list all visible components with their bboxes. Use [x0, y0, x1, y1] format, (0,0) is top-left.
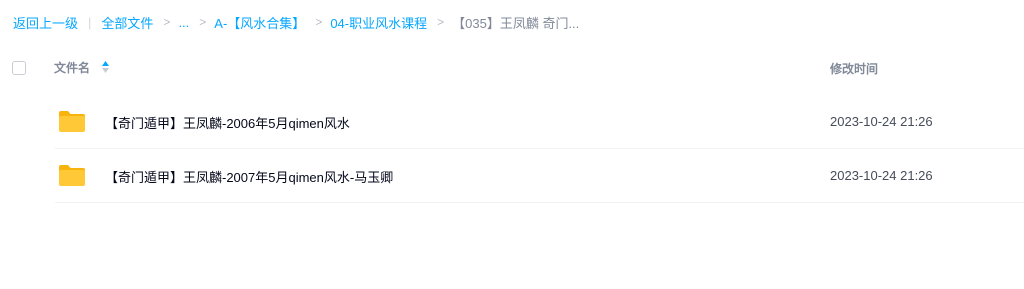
file-name[interactable]: 【奇门遁甲】王凤麟-2007年5月qimen风水-马玉卿	[105, 167, 393, 186]
all-files-link[interactable]: 全部文件	[101, 13, 153, 32]
breadcrumb-current: 【035】王凤麟 奇门...	[452, 15, 580, 31]
table-row[interactable]: 【奇门遁甲】王凤麟-2006年5月qimen风水 2023-10-24 21:2…	[55, 95, 1024, 149]
breadcrumb-item-feng-shui-collection[interactable]: A-【风水合集】	[214, 13, 305, 32]
table-row[interactable]: 【奇门遁甲】王凤麟-2007年5月qimen风水-马玉卿 2023-10-24 …	[55, 149, 1024, 203]
folder-icon	[59, 165, 85, 186]
breadcrumb-item-professional-course[interactable]: 04-职业风水课程	[330, 13, 427, 32]
breadcrumb-ellipsis[interactable]: ...	[178, 15, 189, 30]
breadcrumb-divider: |	[88, 14, 92, 30]
breadcrumb: 返回上一级 | 全部文件 > ... > A-【风水合集】 > 04-职业风水课…	[13, 13, 579, 31]
sort-updown-icon[interactable]	[101, 59, 110, 75]
chevron-right-icon: >	[199, 15, 207, 29]
select-all-checkbox[interactable]	[12, 61, 26, 75]
back-link[interactable]: 返回上一级	[13, 13, 78, 32]
file-name[interactable]: 【奇门遁甲】王凤麟-2006年5月qimen风水	[105, 113, 350, 132]
chevron-right-icon: >	[437, 15, 445, 29]
chevron-right-icon: >	[315, 15, 323, 29]
column-header-name[interactable]: 文件名	[54, 59, 90, 76]
table-header: 文件名 修改时间	[0, 50, 1024, 86]
modified-time: 2023-10-24 21:26	[830, 168, 933, 183]
column-header-modified-time[interactable]: 修改时间	[830, 60, 878, 77]
modified-time: 2023-10-24 21:26	[830, 114, 933, 129]
chevron-right-icon: >	[163, 15, 171, 29]
folder-icon	[59, 111, 85, 132]
